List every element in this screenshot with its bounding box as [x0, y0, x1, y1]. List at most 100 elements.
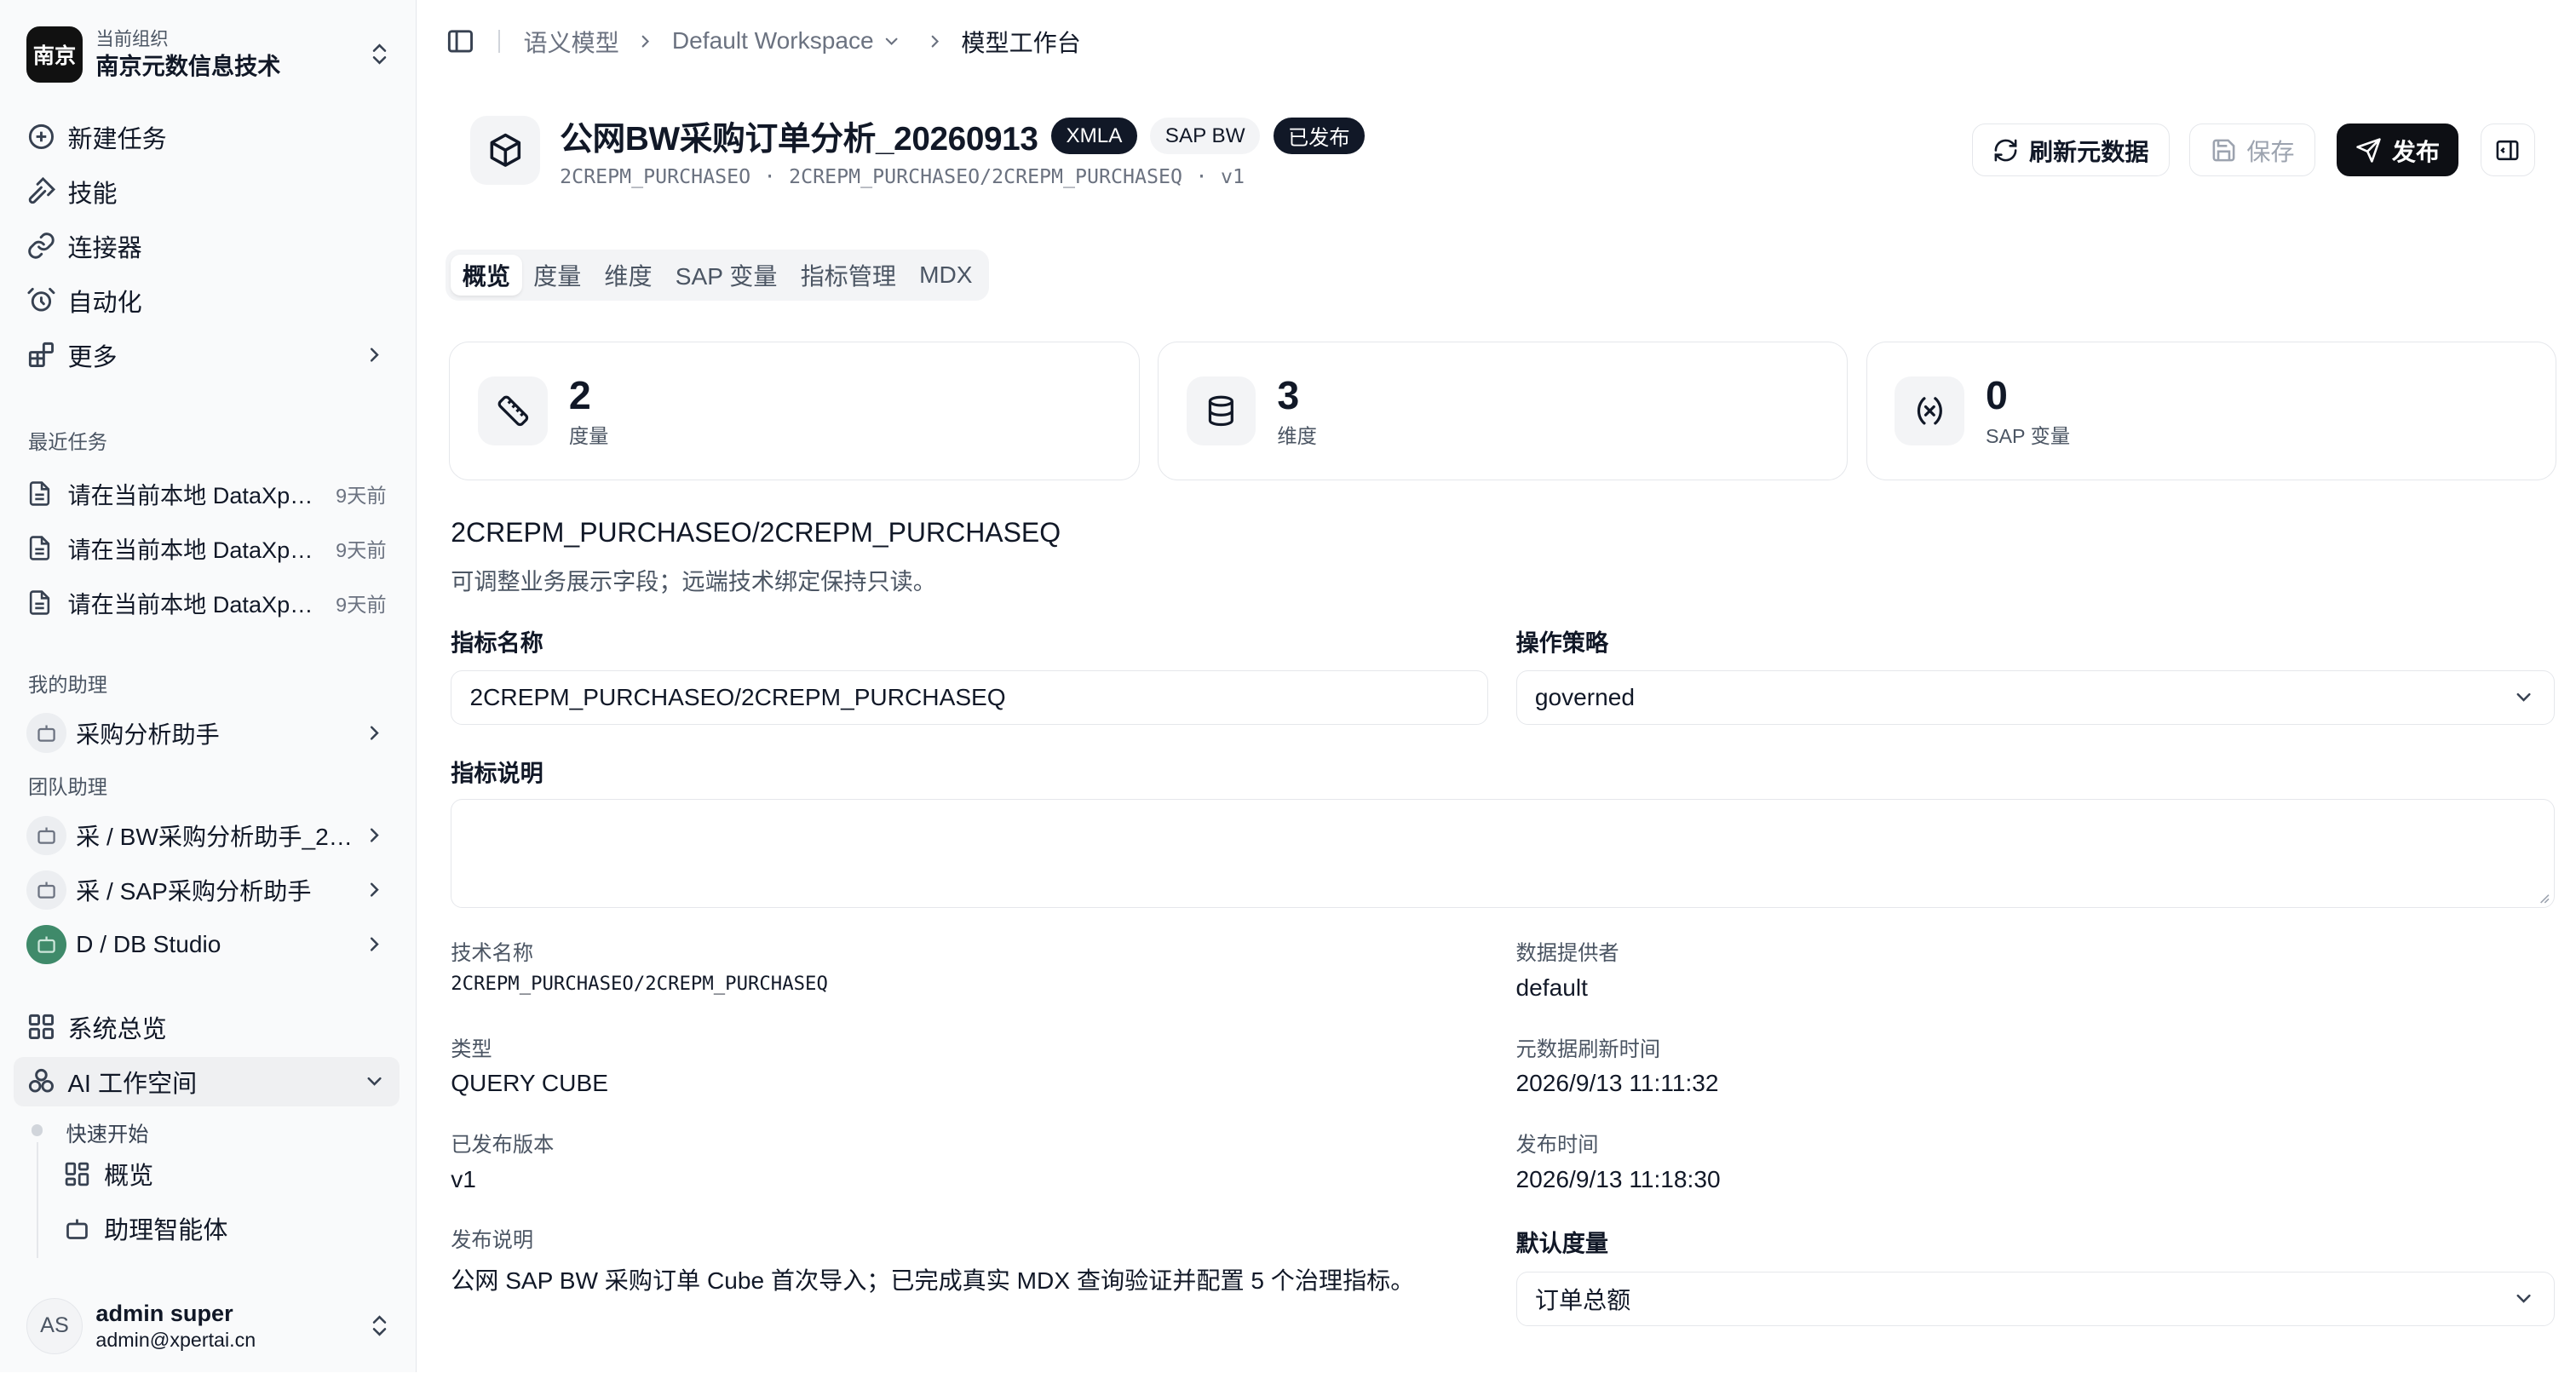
blocks-icon: [28, 342, 54, 368]
ai-workspace-item-overview[interactable]: 概览: [63, 1151, 154, 1197]
boxes-icon: [28, 1069, 54, 1093]
alarm-clock-icon: [27, 288, 55, 312]
breadcrumb-workspace[interactable]: Default Workspace: [672, 27, 874, 55]
cube-name: 2CREPM_PURCHASEO: [560, 164, 751, 188]
assistant-item[interactable]: 采购分析助手: [14, 709, 400, 758]
user-name: admin super: [95, 1300, 233, 1327]
stat-label: SAP 变量: [1986, 425, 2071, 448]
publish-note-value: 公网 SAP BW 采购订单 Cube 首次导入；已完成真实 MDX 查询验证并…: [451, 1267, 1415, 1294]
save-button[interactable]: 保存: [2189, 124, 2315, 177]
stat-label: 维度: [1277, 425, 1317, 448]
user-menu[interactable]: AS admin super admin@xpertai.cn: [26, 1295, 393, 1358]
default-measure-select[interactable]: 订单总额: [1515, 1271, 2555, 1326]
tree-dot: [31, 1124, 43, 1136]
ruler-icon: [497, 395, 528, 427]
indicator-description-label: 指标说明: [451, 759, 543, 786]
recent-task-title: 请在当前本地 DataXpert 环境中创建...: [67, 482, 322, 509]
stat-label: 度量: [568, 425, 609, 448]
publish-time-label: 发布时间: [1515, 1133, 1599, 1157]
bot-icon: [26, 713, 66, 753]
type-value: QUERY CUBE: [451, 1070, 608, 1097]
my-assistants-title: 我的助理: [27, 674, 107, 697]
recent-task-item[interactable]: 请在当前本地 DataXpert 环境中创建... 9天前: [14, 469, 400, 519]
variable-icon: [1917, 397, 1942, 425]
send-icon: [2356, 138, 2381, 163]
plus-circle-icon: [28, 124, 54, 150]
bot-icon: [26, 924, 66, 965]
team-assistants-title: 团队助理: [27, 776, 107, 799]
indicator-name-value: 2CREPM_PURCHASEO/2CREPM_PURCHASEQ: [469, 684, 1006, 710]
bot-icon: [66, 1219, 88, 1239]
tab-sap-variables[interactable]: SAP 变量: [664, 255, 789, 296]
badge-source: SAP BW: [1150, 118, 1260, 155]
tab-measures[interactable]: 度量: [522, 255, 593, 296]
resize-grip-icon[interactable]: [2537, 891, 2550, 905]
layout-grid-icon: [28, 1014, 54, 1040]
stat-value: 0: [1986, 373, 2008, 418]
indicator-name-input[interactable]: 2CREPM_PURCHASEO/2CREPM_PURCHASEQ: [451, 670, 1488, 725]
stat-card-dimensions: 3 维度: [1157, 342, 1849, 481]
tab-indicators[interactable]: 指标管理: [789, 255, 908, 296]
nav-more[interactable]: 更多: [14, 330, 400, 380]
metadata-refresh-time-label: 元数据刷新时间: [1515, 1037, 1661, 1061]
recent-task-ago: 9天前: [336, 538, 387, 561]
nav-ai-workspace[interactable]: AI 工作空间: [13, 1056, 400, 1106]
tab-mdx[interactable]: MDX: [908, 255, 985, 296]
team-assistant-item[interactable]: D / DB Studio: [14, 920, 400, 969]
nav-more-label: 更多: [67, 343, 118, 371]
operation-policy-select[interactable]: governed: [1515, 670, 2555, 725]
nav-connectors[interactable]: 连接器: [14, 221, 400, 271]
stat-card-measures: 2 度量: [449, 342, 1140, 481]
org-name: 南京元数信息技术: [95, 52, 281, 79]
tab-bar: 概览 度量 维度 SAP 变量 指标管理 MDX: [446, 249, 989, 301]
team-assistant-name: 采 / SAP采购分析助手: [76, 878, 312, 905]
tech-name-label: 技术名称: [451, 942, 534, 966]
team-assistant-item[interactable]: 采 / BW采购分析助手_20260913: [14, 811, 400, 860]
ai-workspace-item-agents[interactable]: 助理智能体: [63, 1205, 228, 1251]
assistant-name: 采购分析助手: [76, 721, 220, 749]
nav-automation[interactable]: 自动化: [14, 276, 400, 325]
org-switcher[interactable]: 南京 当前组织 南京元数信息技术: [26, 26, 393, 83]
breadcrumb-semantic-models[interactable]: 语义模型: [523, 24, 618, 59]
file-text-icon: [29, 590, 50, 615]
chevron-right-icon: [931, 35, 939, 48]
tab-overview[interactable]: 概览: [451, 254, 522, 296]
chevrons-up-down-icon: [373, 1315, 387, 1336]
indicator-description-textarea[interactable]: [451, 799, 2555, 909]
chevron-right-icon: [641, 35, 650, 48]
recent-task-title: 请在当前本地 DataXpert 环境中创建...: [67, 537, 322, 564]
chevron-right-icon: [371, 348, 380, 362]
user-email: admin@xpertai.cn: [95, 1329, 256, 1352]
recent-task-item[interactable]: 请在当前本地 DataXpert 环境中创建... 9天前: [14, 524, 400, 573]
nav-skills[interactable]: 技能: [14, 167, 400, 216]
publish-button[interactable]: 发布: [2336, 124, 2459, 177]
panel-left-icon[interactable]: [446, 26, 475, 56]
indicator-name-label: 指标名称: [451, 629, 543, 656]
badge-status: 已发布: [1273, 118, 1366, 155]
save-icon: [2212, 139, 2235, 162]
chevron-right-icon: [371, 726, 380, 740]
tab-dimensions[interactable]: 维度: [593, 255, 664, 296]
data-provider-value: default: [1515, 974, 1588, 1001]
separator-dot: ·: [1195, 164, 1208, 188]
type-label: 类型: [451, 1037, 492, 1061]
recent-task-item[interactable]: 请在当前本地 DataXpert 环境中创建... 9天前: [14, 577, 400, 627]
ai-workspace-item-label: 助理智能体: [104, 1217, 228, 1245]
title-row: 公网BW采购订单分析_20260913 XMLA SAP BW 已发布: [560, 112, 1366, 160]
nav-automation-label: 自动化: [67, 289, 142, 317]
metadata-refresh-time-value: 2026/9/13 11:11:32: [1515, 1070, 1719, 1097]
ai-workspace-item-label: 概览: [104, 1163, 154, 1191]
chevron-right-icon: [371, 937, 380, 951]
topbar: 语义模型 Default Workspace 模型工作台: [417, 0, 2576, 83]
version: v1: [1221, 164, 1245, 188]
model-subline: 2CREPM_PURCHASEO · 2CREPM_PURCHASEO/2CRE…: [560, 165, 1257, 188]
link-icon: [28, 233, 55, 260]
team-assistant-item[interactable]: 采 / SAP采购分析助手: [14, 865, 400, 915]
operation-policy-value: governed: [1534, 684, 1635, 710]
sidebar: 南京 当前组织 南京元数信息技术 新建任务 技能 连接器 自动化 更多 最近任务…: [0, 0, 417, 1372]
refresh-metadata-button[interactable]: 刷新元数据: [1971, 124, 2171, 177]
nav-system-overview[interactable]: 系统总览: [14, 1002, 400, 1052]
publish-note-label: 发布说明: [451, 1229, 534, 1253]
nav-new-task[interactable]: 新建任务: [14, 112, 400, 162]
toggle-right-panel-button[interactable]: [2480, 124, 2535, 177]
